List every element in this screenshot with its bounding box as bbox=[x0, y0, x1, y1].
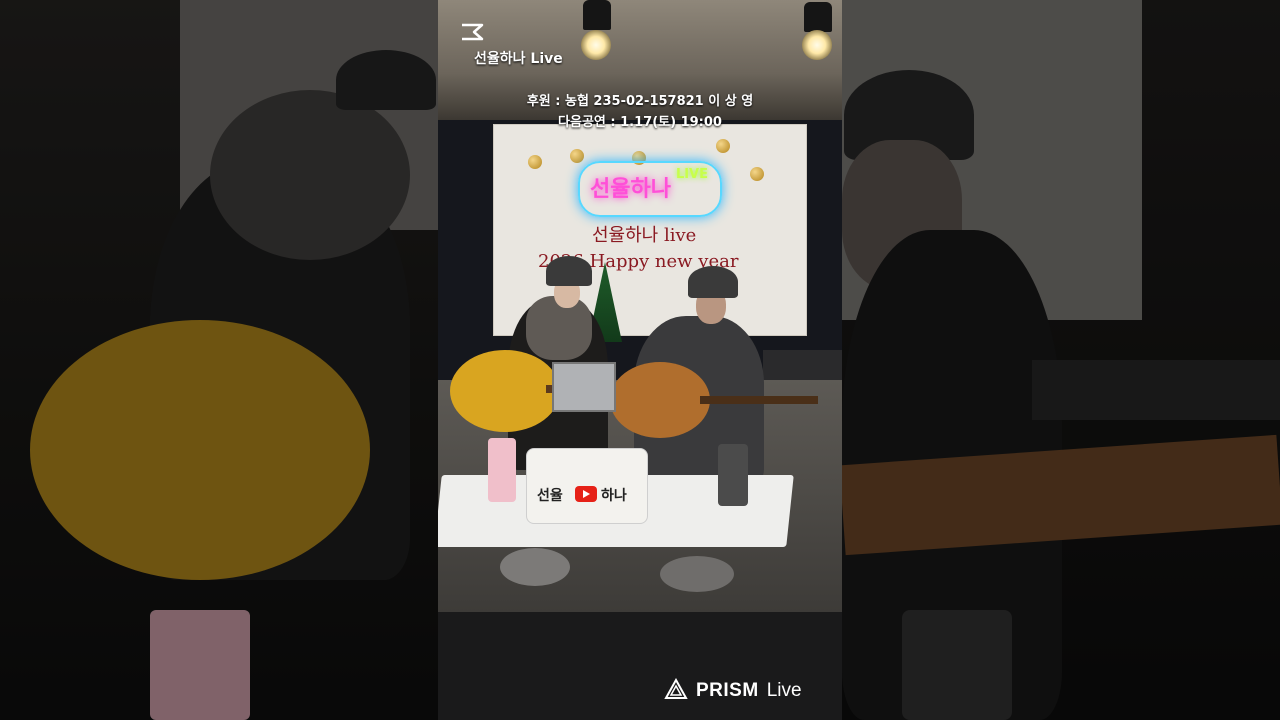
neon-sign: 선율하나 LIVE bbox=[578, 161, 722, 217]
ornament bbox=[716, 139, 730, 153]
singer-male-hat bbox=[688, 266, 738, 298]
background-left-blur: 202 bbox=[0, 0, 438, 720]
neon-sign-badge: LIVE bbox=[675, 167, 708, 182]
background-right-dim bbox=[842, 0, 1280, 720]
stage-light-right bbox=[802, 30, 832, 60]
ornament bbox=[528, 155, 542, 169]
guitar-male bbox=[610, 362, 710, 438]
stage-light-left bbox=[581, 30, 611, 60]
neon-sign-title: 선율하나 bbox=[590, 177, 671, 202]
guitar-male-neck bbox=[700, 396, 818, 404]
singer-female-hat bbox=[546, 256, 592, 286]
mic-stand-base bbox=[500, 548, 570, 586]
stage-lamp-left bbox=[583, 0, 611, 30]
capcut-icon bbox=[460, 22, 484, 42]
prism-triangle-icon bbox=[664, 677, 688, 704]
stage-lamp-right bbox=[804, 2, 832, 32]
ornament bbox=[750, 167, 764, 181]
next-show-info: 다음공연 : 1.17(토) 19:00 bbox=[558, 115, 722, 130]
channel-sign-left: 선율 bbox=[537, 488, 563, 504]
donation-info: 후원 : 농협 235-02-157821 이 상 영 bbox=[526, 94, 754, 109]
channel-sign: 선율 하나 bbox=[526, 448, 648, 524]
prism-watermark: PRISM Live bbox=[664, 677, 802, 704]
ornament bbox=[570, 149, 584, 163]
tablet-stand bbox=[552, 362, 616, 412]
banner-subtitle: 선율하나 live bbox=[592, 225, 697, 246]
channel-name: 선율하나 Live bbox=[474, 51, 563, 67]
background-left-dim bbox=[0, 0, 438, 720]
background-right-blur: year bbox=[842, 0, 1280, 720]
channel-sign-right: 하나 bbox=[601, 488, 627, 504]
tumbler bbox=[718, 444, 748, 506]
guitar-female bbox=[450, 350, 560, 432]
mic-stand-base bbox=[660, 556, 734, 592]
pink-cup bbox=[488, 438, 516, 502]
youtube-icon bbox=[575, 486, 597, 502]
prism-brand: PRISM bbox=[696, 680, 759, 701]
video-frame[interactable]: 선율하나 LIVE 선율하나 live 2026 Happy new year … bbox=[438, 0, 842, 720]
prism-suffix: Live bbox=[766, 680, 802, 701]
